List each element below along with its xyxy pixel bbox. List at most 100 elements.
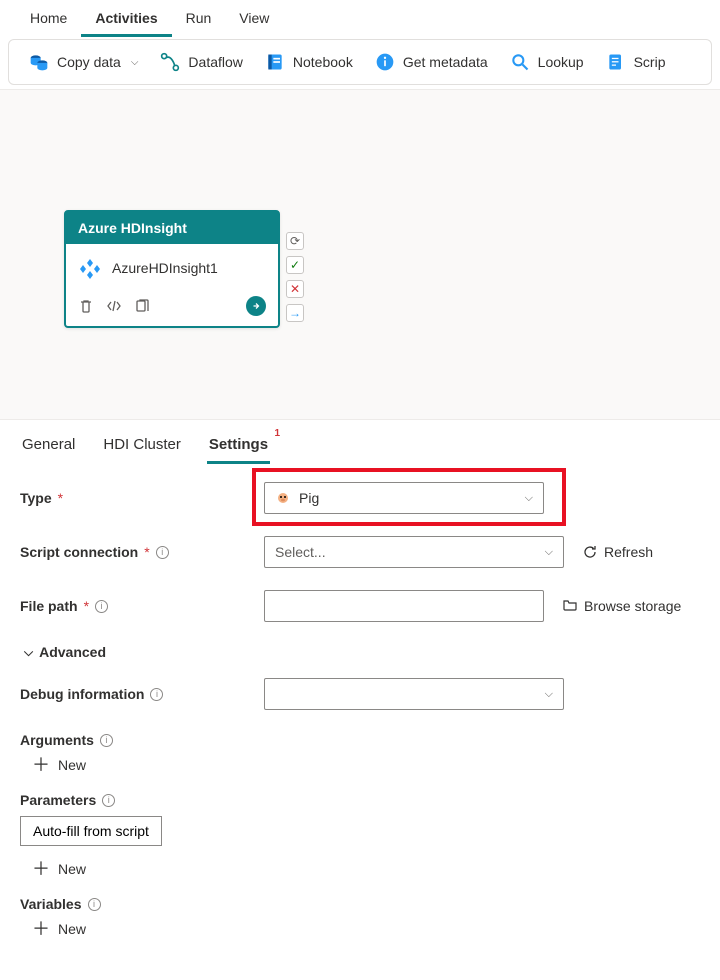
new-label: New [58,921,86,937]
row-file-path: File path * i Browse storage [20,590,700,622]
arguments-label-text: Arguments [20,732,94,748]
handle-activity[interactable]: ⟳ [286,232,304,250]
activity-name: AzureHDInsight1 [112,260,218,276]
refresh-icon [582,544,598,560]
script-label: Scrip [634,54,666,70]
tab-settings-badge: 1 [275,428,281,439]
dataflow-icon [160,52,180,72]
activity-handles: ⟳ ✓ ✕ → [286,232,304,322]
settings-form: Type * Pig ⌵ Script connection * i Selec… [0,464,720,980]
tab-settings[interactable]: Settings 1 [207,430,270,464]
run-icon[interactable] [246,296,266,316]
copy-data-label: Copy data [57,54,121,70]
info-icon[interactable]: i [88,898,101,911]
refresh-button[interactable]: Refresh [582,544,653,560]
lookup-button[interactable]: Lookup [500,46,594,78]
copy-data-icon [29,52,49,72]
info-icon[interactable]: i [102,794,115,807]
tab-activities[interactable]: Activities [81,0,171,37]
variables-label-text: Variables [20,896,82,912]
new-label: New [58,757,86,773]
tab-view[interactable]: View [225,0,283,37]
row-type: Type * Pig ⌵ [20,482,700,514]
info-icon[interactable]: i [156,546,169,559]
activity-card[interactable]: Azure HDInsight AzureHDInsight1 [64,210,280,328]
script-conn-placeholder: Select... [275,544,326,560]
advanced-label: Advanced [39,644,106,660]
add-argument-button[interactable]: ＋ New [20,756,700,774]
row-script-connection: Script connection * i Select... ⌵ Refres… [20,536,700,568]
chevron-down-icon: ⌵ [131,57,139,68]
notebook-icon [265,52,285,72]
refresh-label: Refresh [604,544,653,560]
chevron-down-icon: ⌵ [525,492,533,505]
dataflow-label: Dataflow [188,54,242,70]
script-icon [606,52,626,72]
type-label: Type * [20,490,264,506]
script-conn-label-text: Script connection [20,544,138,560]
get-metadata-label: Get metadata [403,54,488,70]
required-asterisk: * [84,598,89,614]
add-parameter-button[interactable]: ＋ New [20,860,700,878]
activity-body: AzureHDInsight1 [66,244,278,290]
tab-hdi-cluster[interactable]: HDI Cluster [101,430,183,464]
script-conn-label: Script connection * i [20,544,264,560]
type-value: Pig [299,490,319,506]
required-asterisk: * [58,490,63,506]
autofill-button[interactable]: Auto-fill from script [20,816,162,846]
activity-footer [66,290,278,326]
row-debug-info: Debug information i ⌵ [20,678,700,710]
folder-icon [562,597,578,616]
get-metadata-button[interactable]: Get metadata [365,46,498,78]
browse-storage-label: Browse storage [584,598,681,614]
handle-fail[interactable]: ✕ [286,280,304,298]
copy-icon[interactable] [134,298,150,314]
notebook-label: Notebook [293,54,353,70]
handle-skip[interactable]: → [286,304,304,322]
type-select[interactable]: Pig ⌵ [264,482,544,514]
advanced-toggle[interactable]: ⌵ Advanced [20,644,700,660]
parameters-label: Parameters i [20,792,700,808]
debug-label: Debug information i [20,686,264,702]
notebook-button[interactable]: Notebook [255,46,363,78]
parameters-label-text: Parameters [20,792,96,808]
chevron-down-icon: ⌵ [545,688,553,701]
file-path-label: File path * i [20,598,264,614]
activity-header: Azure HDInsight [66,212,278,244]
chevron-down-icon: ⌵ [545,546,553,559]
arguments-label: Arguments i [20,732,700,748]
script-button[interactable]: Scrip [596,46,676,78]
properties-tabs: General HDI Cluster Settings 1 [0,419,720,464]
tab-settings-label: Settings [209,436,268,453]
info-icon[interactable]: i [150,688,163,701]
debug-info-select[interactable]: ⌵ [264,678,564,710]
plus-icon: ＋ [32,860,50,878]
chevron-down-icon: ⌵ [24,645,33,660]
tab-general[interactable]: General [20,430,77,464]
info-icon[interactable]: i [95,600,108,613]
debug-label-text: Debug information [20,686,144,702]
dataflow-button[interactable]: Dataflow [150,46,252,78]
lookup-label: Lookup [538,54,584,70]
pig-icon [275,489,291,508]
copy-data-button[interactable]: Copy data ⌵ [19,46,148,78]
search-icon [510,52,530,72]
info-icon[interactable]: i [100,734,113,747]
browse-storage-button[interactable]: Browse storage [562,597,681,616]
code-icon[interactable] [106,298,122,314]
file-path-input[interactable] [264,590,544,622]
script-conn-select[interactable]: Select... ⌵ [264,536,564,568]
info-icon [375,52,395,72]
delete-icon[interactable] [78,298,94,314]
required-asterisk: * [144,544,149,560]
variables-label: Variables i [20,896,700,912]
pipeline-canvas[interactable]: Azure HDInsight AzureHDInsight1 ⟳ ✓ ✕ [0,89,720,419]
toolbar: Copy data ⌵ Dataflow Notebook Get metada… [8,39,712,85]
hdinsight-icon [78,256,102,280]
tab-home[interactable]: Home [16,0,81,37]
top-tabs: Home Activities Run View [0,0,720,37]
handle-success[interactable]: ✓ [286,256,304,274]
tab-run[interactable]: Run [172,0,226,37]
plus-icon: ＋ [32,756,50,774]
file-path-label-text: File path [20,598,78,614]
